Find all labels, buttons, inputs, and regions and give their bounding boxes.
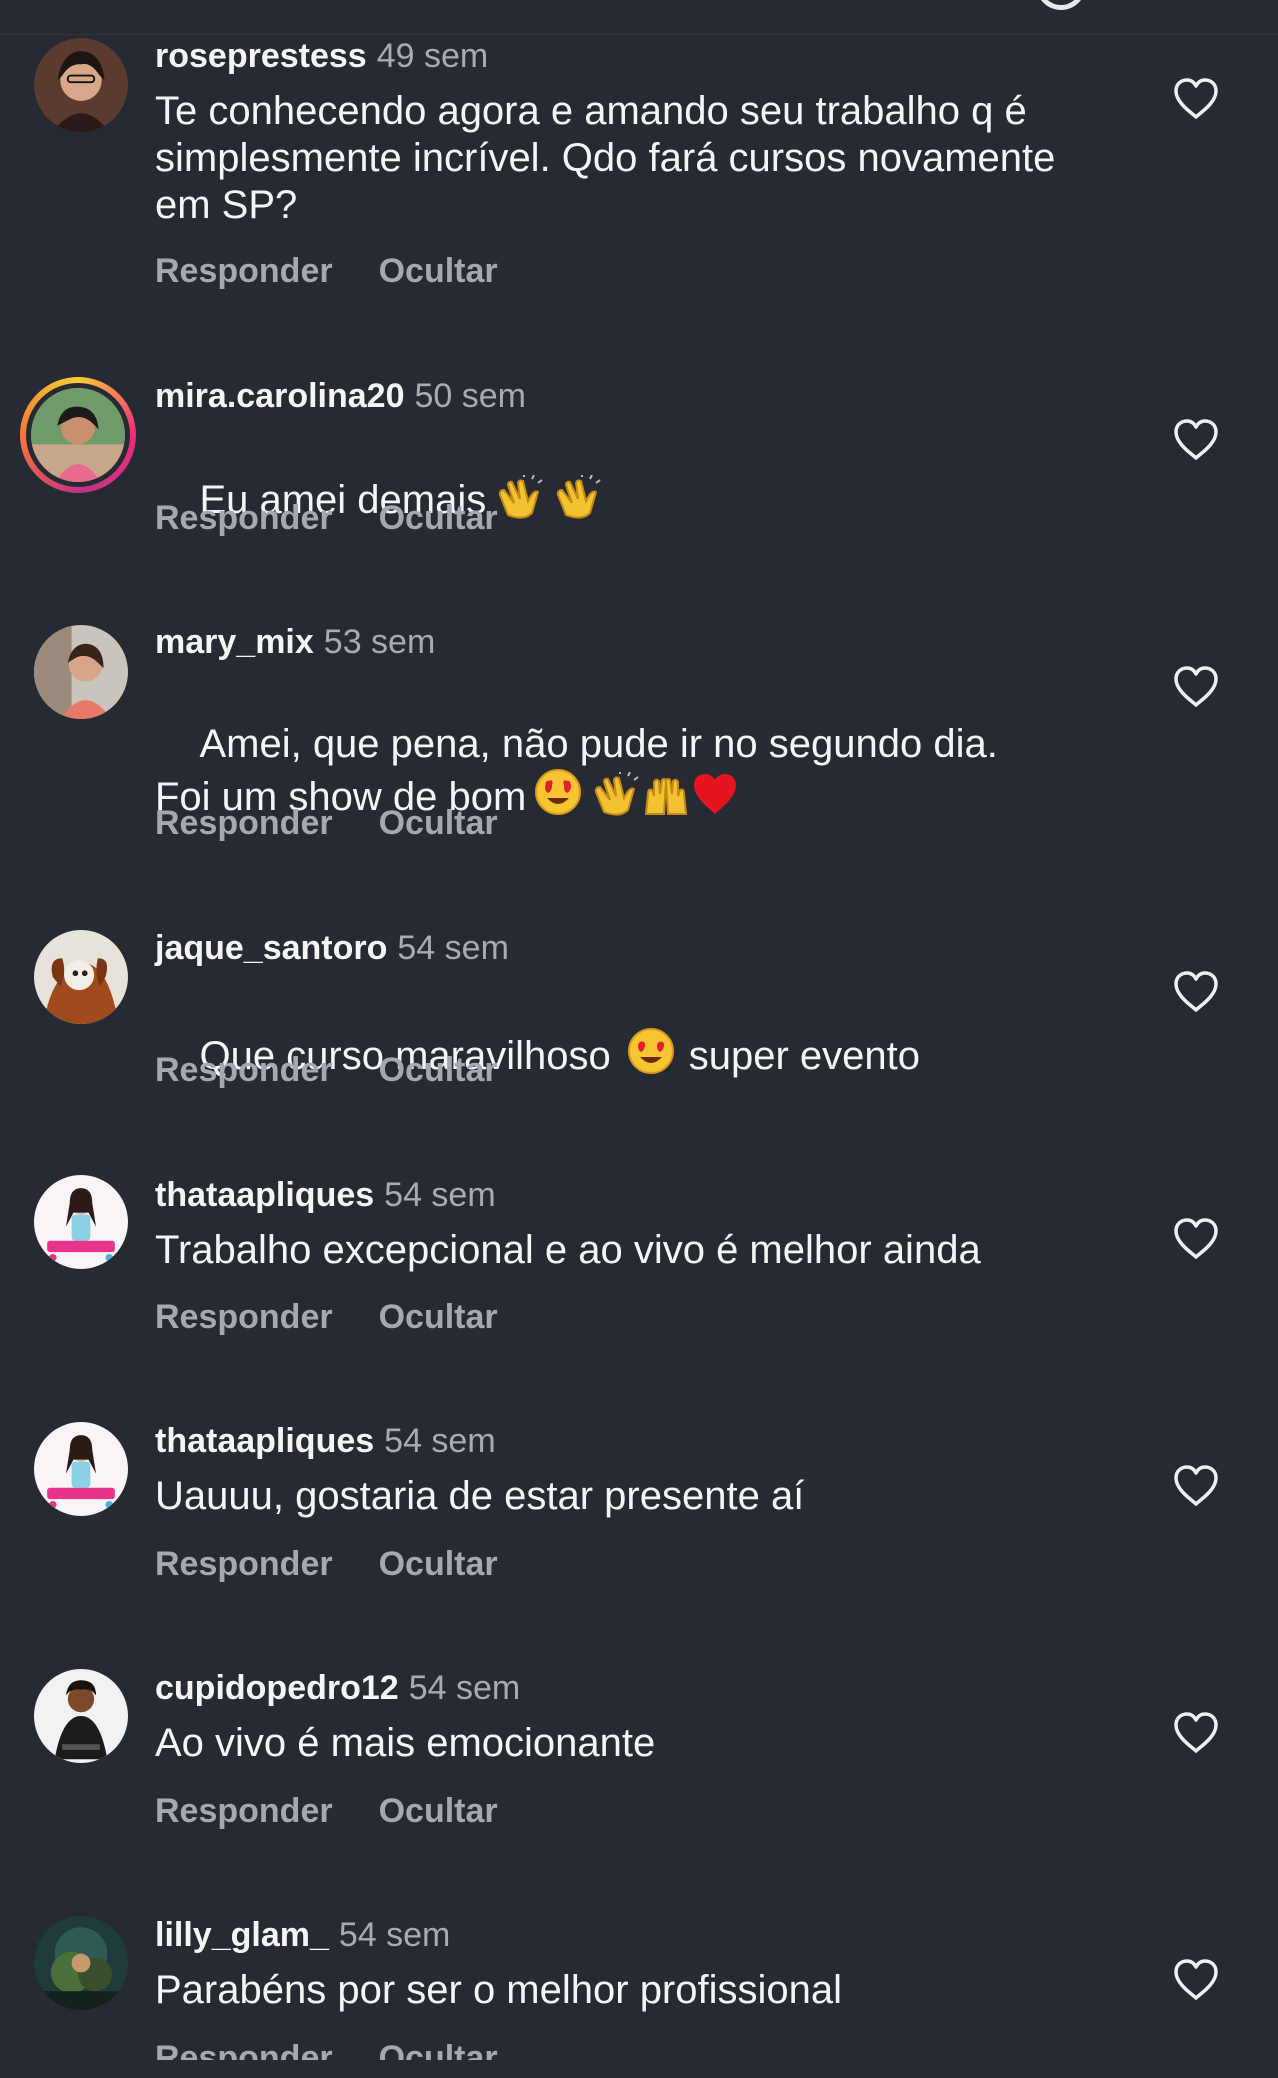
timestamp: 54 sem	[338, 1916, 451, 1954]
avatar[interactable]	[34, 1175, 128, 1269]
comment-meta: mira.carolina20 50 sem	[155, 376, 526, 416]
heart-outline-icon[interactable]	[1172, 1711, 1220, 1755]
avatar[interactable]	[34, 1669, 128, 1763]
timestamp: 50 sem	[414, 377, 526, 415]
heart-outline-icon[interactable]	[1172, 1958, 1220, 2002]
reply-button[interactable]: Responder	[155, 252, 333, 290]
hide-button[interactable]: Ocultar	[379, 252, 498, 290]
comment-actions: Responder Ocultar	[155, 498, 498, 538]
username[interactable]: thataapliques	[155, 1422, 374, 1460]
comment-meta: cupidopedro12 54 sem	[155, 1668, 520, 1708]
avatar[interactable]	[34, 38, 128, 132]
comment-actions: Responder Ocultar	[155, 251, 498, 291]
hide-button[interactable]: Ocultar	[379, 2039, 498, 2060]
reply-button[interactable]: Responder	[155, 1298, 333, 1336]
hide-button[interactable]: Ocultar	[379, 804, 498, 842]
avatar[interactable]	[34, 930, 128, 1024]
comment-text: Parabéns por ser o melhor profissional	[155, 1968, 843, 2012]
username[interactable]: mira.carolina20	[155, 377, 404, 415]
heart-outline-icon[interactable]	[1172, 418, 1220, 462]
comment-actions: Responder Ocultar	[155, 1791, 498, 1831]
timestamp: 53 sem	[323, 623, 436, 661]
username[interactable]: cupidopedro12	[155, 1669, 399, 1707]
timestamp: 54 sem	[384, 1422, 496, 1460]
clapping-hands-emoji	[552, 475, 602, 519]
comment-actions: Responder Ocultar	[155, 2038, 498, 2060]
heart-outline-icon[interactable]	[1172, 77, 1220, 121]
username[interactable]: roseprestess	[155, 37, 367, 75]
reply-button[interactable]: Responder	[155, 499, 333, 537]
reply-button[interactable]: Responder	[155, 2039, 333, 2060]
comment-text-after: super evento	[688, 1034, 921, 1078]
timestamp: 49 sem	[376, 37, 489, 75]
avatar-with-story-ring[interactable]	[20, 377, 136, 493]
comment-meta: thataapliques 54 sem	[155, 1175, 496, 1215]
clapping-hands-emoji	[590, 772, 640, 816]
username[interactable]: thataapliques	[155, 1176, 374, 1214]
avatar[interactable]	[34, 625, 128, 719]
raising-hands-emoji	[642, 772, 690, 816]
hide-button[interactable]: Ocultar	[379, 499, 498, 537]
timestamp: 54 sem	[384, 1176, 496, 1214]
clapping-hands-emoji	[494, 475, 544, 519]
comment-meta: lilly_glam_ 54 sem	[155, 1915, 450, 1955]
avatar[interactable]	[34, 1422, 128, 1516]
username[interactable]: mary_mix	[155, 623, 314, 661]
reply-button[interactable]: Responder	[155, 1051, 333, 1089]
heart-outline-icon[interactable]	[1172, 970, 1220, 1014]
hide-button[interactable]: Ocultar	[379, 1298, 498, 1336]
comment-text: Uauuu, gostaria de estar presente aí	[155, 1474, 805, 1518]
comment-text: Te conhecendo agora e amando seu trabalh…	[155, 89, 1056, 227]
comment-actions: Responder Ocultar	[155, 1297, 498, 1337]
comment-actions: Responder Ocultar	[155, 1544, 498, 1584]
comment-text: Trabalho excepcional e ao vivo é melhor …	[155, 1228, 981, 1272]
comment-text: Ao vivo é mais emocionante	[155, 1721, 656, 1765]
reply-button[interactable]: Responder	[155, 804, 333, 842]
hide-button[interactable]: Ocultar	[379, 1792, 498, 1830]
hide-button[interactable]: Ocultar	[379, 1051, 498, 1089]
top-icon-partial	[1036, 0, 1086, 10]
top-bar	[0, 0, 1278, 35]
hide-button[interactable]: Ocultar	[379, 1545, 498, 1583]
username[interactable]: lilly_glam_	[155, 1916, 329, 1954]
comment-meta: thataapliques 54 sem	[155, 1421, 496, 1461]
comment-meta: roseprestess 49 sem	[155, 36, 488, 76]
red-heart-emoji	[692, 772, 738, 816]
reply-button[interactable]: Responder	[155, 1792, 333, 1830]
timestamp: 54 sem	[397, 929, 509, 967]
username[interactable]: jaque_santoro	[155, 929, 387, 967]
timestamp: 54 sem	[408, 1669, 521, 1707]
comment-actions: Responder Ocultar	[155, 803, 498, 843]
heart-outline-icon[interactable]	[1172, 1464, 1220, 1508]
comment-meta: jaque_santoro 54 sem	[155, 928, 509, 968]
heart-eyes-emoji	[627, 1027, 675, 1075]
comment-meta: mary_mix 53 sem	[155, 622, 435, 662]
avatar[interactable]	[34, 1916, 128, 2010]
heart-outline-icon[interactable]	[1172, 665, 1220, 709]
comment-actions: Responder Ocultar	[155, 1050, 498, 1090]
reply-button[interactable]: Responder	[155, 1545, 333, 1583]
heart-outline-icon[interactable]	[1172, 1217, 1220, 1261]
heart-eyes-emoji	[534, 768, 582, 816]
